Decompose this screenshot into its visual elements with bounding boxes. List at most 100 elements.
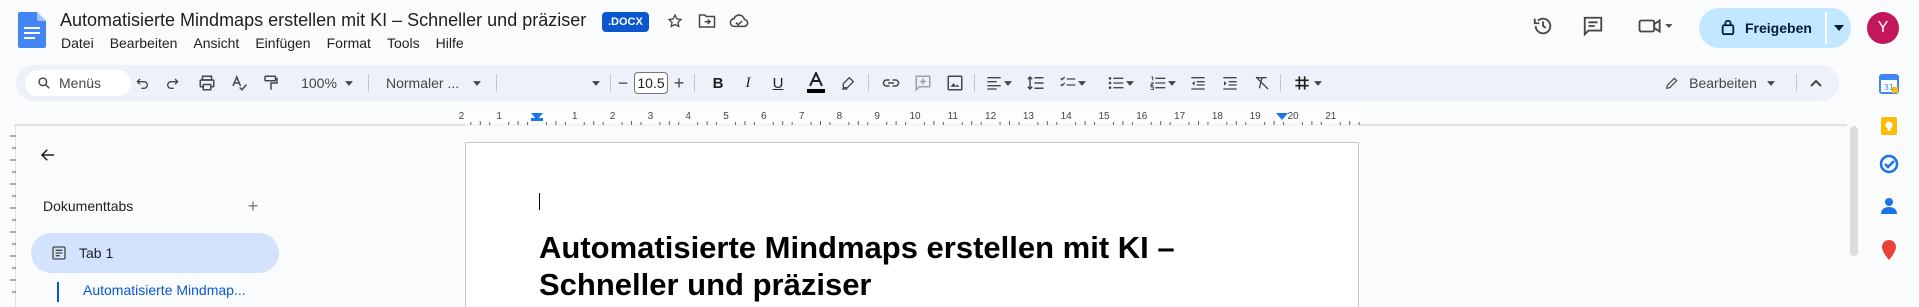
ruler-label: 1 [496, 111, 502, 122]
lock-icon [1721, 19, 1735, 38]
style-value: Normaler ... [386, 75, 460, 91]
vertical-ruler[interactable] [0, 126, 16, 307]
chevron-down-icon [1078, 80, 1086, 86]
contacts-icon[interactable] [1879, 196, 1899, 216]
side-panel: 31 [1859, 56, 1919, 307]
line-spacing-icon[interactable] [1024, 65, 1048, 101]
document-title[interactable]: Automatisierte Mindmaps erstellen mit KI… [60, 10, 586, 31]
calendar-icon[interactable]: 31 [1879, 74, 1899, 94]
font-size-input[interactable]: 10.5 [634, 72, 668, 94]
increase-font-size-button[interactable]: + [670, 65, 688, 101]
share-options-button[interactable] [1827, 8, 1851, 48]
menu-einfuegen[interactable]: Einfügen [255, 35, 310, 51]
menu-ansicht[interactable]: Ansicht [193, 35, 239, 51]
chevron-down-icon [473, 80, 482, 86]
ruler-label: 2 [610, 111, 616, 122]
clear-formatting-icon[interactable] [1250, 65, 1274, 101]
add-comment-icon[interactable] [910, 65, 936, 101]
account-avatar[interactable]: Y [1867, 12, 1899, 44]
print-icon[interactable] [194, 65, 220, 101]
ruler-label: 6 [761, 111, 767, 122]
ruler-label: 17 [1174, 111, 1186, 122]
vertical-scrollbar[interactable] [1850, 126, 1858, 256]
bold-button[interactable]: B [706, 65, 730, 101]
toolbar-divider [496, 74, 497, 92]
menu-tools[interactable]: Tools [387, 35, 420, 51]
editing-mode-select[interactable]: Bearbeiten [1650, 65, 1790, 101]
left-indent-marker [531, 118, 543, 121]
tab-1[interactable]: Tab 1 [31, 233, 279, 273]
toolbar-divider [868, 74, 869, 92]
tasks-icon[interactable] [1879, 154, 1899, 174]
search-menus-label: Menüs [59, 75, 102, 91]
maps-icon[interactable] [1879, 240, 1899, 260]
italic-button[interactable]: I [736, 65, 760, 101]
decrease-indent-icon[interactable] [1186, 65, 1210, 101]
ruler-label: 15 [1098, 111, 1110, 122]
menu-format[interactable]: Format [327, 35, 371, 51]
text-color-icon[interactable] [804, 65, 828, 101]
insert-link-icon[interactable] [878, 65, 904, 101]
format-badge: .DOCX [602, 12, 649, 32]
text-cursor [539, 193, 540, 210]
checklist-select[interactable] [1056, 65, 1090, 101]
outline-item[interactable]: Automatisierte Mindmap... [57, 282, 246, 302]
title-bar: Automatisierte Mindmaps erstellen mit KI… [0, 0, 1919, 56]
paint-format-icon[interactable] [258, 65, 284, 101]
docs-logo-icon[interactable] [18, 12, 46, 48]
comments-icon[interactable] [1581, 14, 1605, 38]
meet-call-icon[interactable] [1636, 14, 1676, 38]
chevron-down-icon [1314, 80, 1322, 86]
insert-image-icon[interactable] [942, 65, 968, 101]
ruler-label: 11 [948, 111, 959, 122]
undo-icon[interactable] [130, 65, 154, 101]
document-page[interactable]: Automatisierte Mindmaps erstellen mit KI… [465, 142, 1359, 307]
cloud-status-icon[interactable] [729, 11, 749, 31]
ruler-label: 21 [1325, 111, 1337, 122]
numbered-list-icon [1150, 76, 1166, 90]
share-button[interactable]: Freigeben [1699, 8, 1825, 48]
version-history-icon[interactable] [1531, 14, 1555, 38]
horizontal-ruler[interactable]: 2 1 1 2 3 4 5 6 7 8 9 10 11 12 13 14 15 16 17 18 19 20 21 [0, 108, 1847, 126]
more-tools-select[interactable] [1290, 65, 1326, 101]
zoom-select[interactable]: 100% [292, 65, 362, 101]
bullet-list-select[interactable] [1104, 65, 1138, 101]
checklist-icon [1060, 76, 1076, 87]
numbered-list-select[interactable] [1146, 65, 1180, 101]
editing-mode-label: Bearbeiten [1689, 75, 1757, 91]
spellcheck-icon[interactable] [226, 65, 252, 101]
document-tab-icon [52, 246, 66, 260]
ruler-label: 12 [985, 111, 997, 122]
add-tab-button[interactable]: + [243, 196, 263, 216]
toolbar-divider [694, 74, 695, 92]
star-icon[interactable] [665, 11, 685, 31]
underline-button[interactable]: U [766, 65, 790, 101]
chevron-down-icon [1168, 80, 1176, 86]
back-arrow-icon[interactable] [36, 143, 60, 167]
chevron-down-icon [1766, 80, 1775, 86]
menu-hilfe[interactable]: Hilfe [436, 35, 464, 51]
redo-icon[interactable] [161, 65, 185, 101]
align-select[interactable] [982, 65, 1016, 101]
decrease-font-size-button[interactable]: − [614, 65, 632, 101]
highlight-color-icon[interactable] [836, 65, 860, 101]
ruler-label: 13 [1023, 111, 1035, 122]
keep-icon[interactable] [1879, 116, 1899, 136]
align-left-icon [987, 77, 1001, 90]
increase-indent-icon[interactable] [1218, 65, 1242, 101]
ruler-label: 10 [909, 111, 921, 122]
ruler-label: 5 [723, 111, 729, 122]
menu-datei[interactable]: Datei [61, 35, 94, 51]
menu-bearbeiten[interactable]: Bearbeiten [110, 35, 178, 51]
move-folder-icon[interactable] [697, 11, 717, 31]
collapse-menus-icon[interactable] [1804, 65, 1828, 101]
document-tabs-heading: Dokumenttabs [43, 198, 134, 214]
font-select[interactable] [504, 65, 606, 101]
ruler-label: 18 [1212, 111, 1224, 122]
search-menus-input[interactable]: Menüs [25, 70, 131, 96]
chevron-down-icon [1004, 80, 1012, 86]
style-select[interactable]: Normaler ... [378, 65, 490, 101]
document-heading[interactable]: Automatisierte Mindmaps erstellen mit KI… [539, 229, 1259, 303]
toolbar-divider [368, 74, 369, 92]
search-icon [38, 77, 50, 89]
